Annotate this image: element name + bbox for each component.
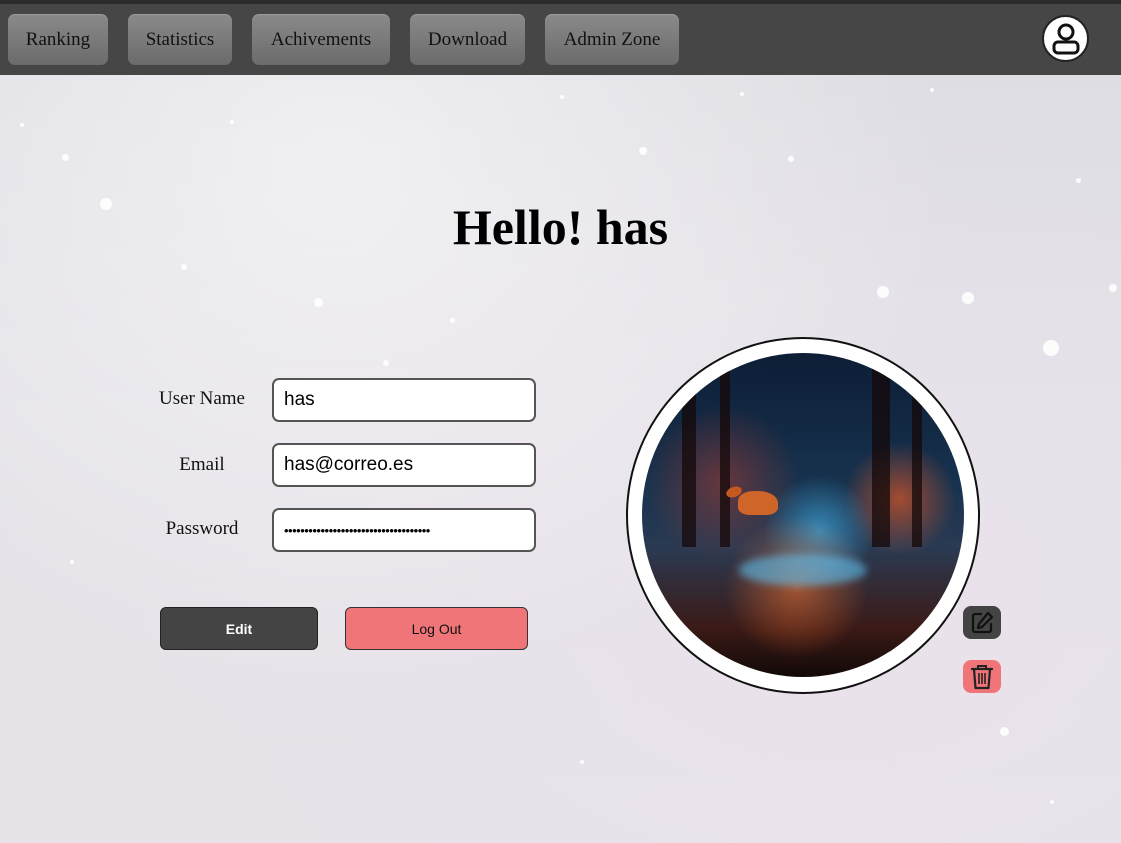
edit-button[interactable]: Edit: [160, 607, 318, 650]
nav-download-button[interactable]: Download: [410, 14, 525, 65]
nav-statistics-button[interactable]: Statistics: [128, 14, 232, 65]
email-label: Email: [179, 454, 225, 475]
username-label: User Name: [159, 388, 245, 409]
nav-achievements-button[interactable]: Achivements: [252, 14, 390, 65]
fox-figure: [738, 491, 778, 515]
username-field[interactable]: [272, 378, 536, 422]
user-icon: [1052, 23, 1079, 54]
user-avatar-button[interactable]: [1042, 15, 1089, 62]
trash-icon: [970, 664, 994, 689]
logout-button[interactable]: Log Out: [345, 607, 528, 650]
delete-photo-button[interactable]: [963, 660, 1001, 693]
profile-photo: [642, 353, 964, 677]
nav-admin-zone-button[interactable]: Admin Zone: [545, 14, 679, 65]
email-field[interactable]: [272, 443, 536, 487]
password-field[interactable]: [272, 508, 536, 552]
top-navigation-bar: Ranking Statistics Achivements Download …: [0, 0, 1121, 75]
edit-photo-button[interactable]: [963, 606, 1001, 639]
password-label: Password: [165, 518, 239, 539]
greeting-heading: Hello! has: [0, 198, 1121, 256]
greeting-username: has: [595, 199, 669, 255]
greeting-prefix: Hello!: [452, 199, 596, 255]
pencil-square-icon: [971, 611, 994, 633]
nav-ranking-button[interactable]: Ranking: [8, 14, 108, 65]
